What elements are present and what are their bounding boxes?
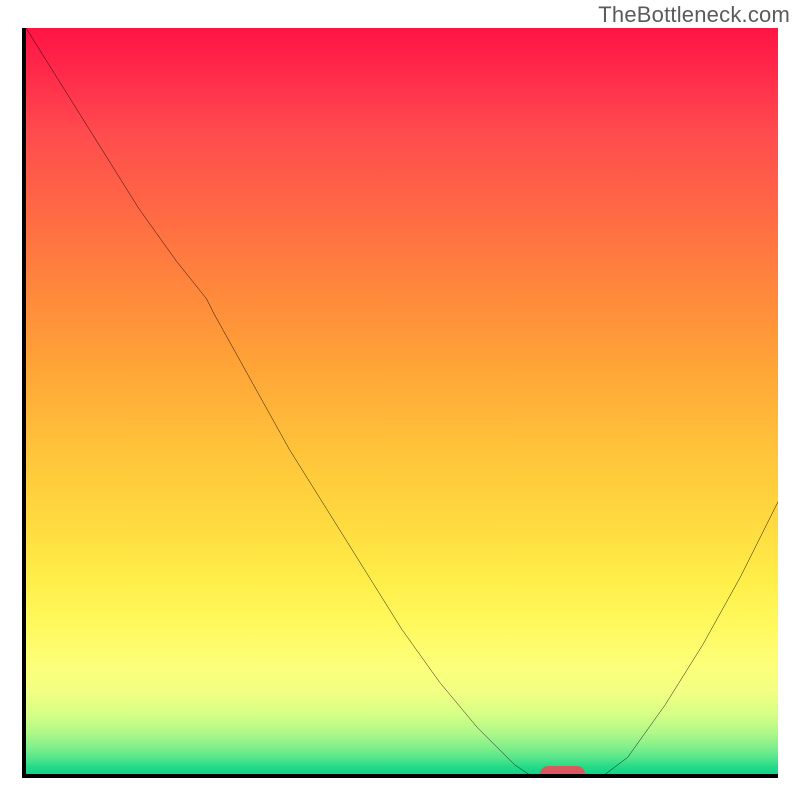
plot-area — [22, 28, 778, 778]
watermark-text: TheBottleneck.com — [598, 2, 790, 28]
bottleneck-curve — [26, 28, 778, 778]
chart-canvas: TheBottleneck.com — [0, 0, 800, 800]
